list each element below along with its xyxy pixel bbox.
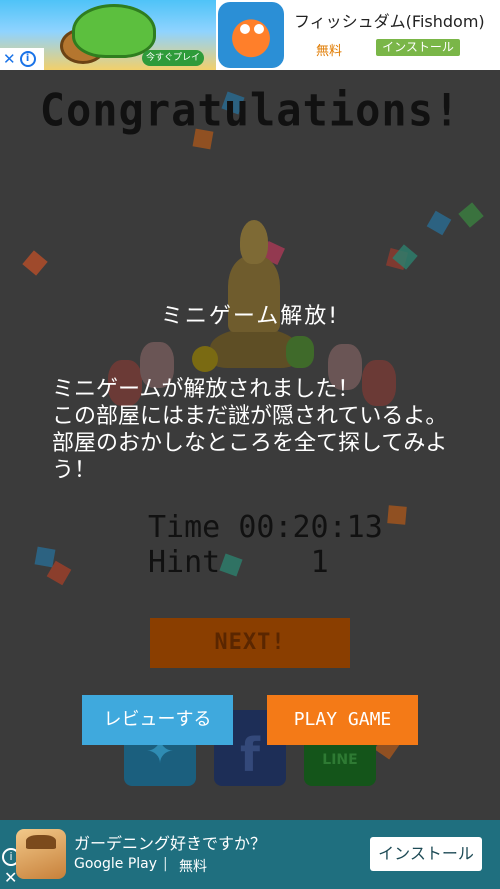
close-icon[interactable]: ✕ — [3, 49, 16, 69]
confetti-piece — [426, 210, 452, 236]
character-figure — [286, 336, 314, 368]
ad-app-title[interactable]: フィッシュダム(Fishdom) — [294, 8, 485, 32]
ad-install-button[interactable]: インストール — [370, 837, 482, 871]
hint-stat: Hint 1 — [148, 545, 329, 580]
time-stat: Time 00:20:13 — [148, 510, 383, 545]
line-icon: LINE — [322, 752, 358, 768]
fishdom-app-icon[interactable] — [218, 2, 284, 68]
ad-price: 無料 — [316, 44, 343, 59]
ad-install-button[interactable]: インストール — [376, 39, 460, 56]
ad-choices[interactable]: ✕ i — [0, 48, 44, 70]
time-value: 00:20:13 — [238, 510, 383, 545]
review-button[interactable]: レビューする — [82, 695, 233, 745]
buddha-statue-image — [210, 220, 298, 370]
ad-price: 無料 — [179, 859, 207, 875]
ad-title[interactable]: ガーデニング好きですか？ — [74, 830, 266, 854]
statue-base — [210, 328, 298, 368]
statue-head — [240, 220, 268, 264]
gardenscapes-app-icon[interactable] — [16, 829, 66, 879]
confetti-piece — [22, 250, 48, 276]
dialog-title: ミニゲーム解放! — [160, 304, 340, 329]
ad-store-name: Google Play — [74, 856, 158, 872]
game-result-screen: Congratulations! ミニゲーム解放! ミニゲームが解放されました！… — [0, 70, 500, 820]
congratulations-heading: Congratulations! — [39, 84, 461, 137]
time-label: Time — [148, 510, 221, 545]
character-figure — [192, 346, 218, 372]
hint-label: Hint — [148, 545, 221, 580]
next-button[interactable]: NEXT! — [150, 618, 350, 668]
confetti-piece — [387, 505, 407, 525]
ad-separator: | — [163, 856, 168, 872]
ad-hero-image[interactable]: 今すぐプレイ ✕ i — [0, 0, 216, 70]
turtle-art — [72, 4, 156, 58]
ad-play-now-button[interactable]: 今すぐプレイ — [142, 50, 204, 66]
top-ad-banner[interactable]: 今すぐプレイ ✕ i フィッシュダム(Fishdom) 無料 インストール — [0, 0, 500, 70]
dialog-message: ミニゲームが解放されました！ この部屋にはまだ謎が隠されているよ。 部屋のおかし… — [52, 377, 448, 483]
hint-value: 1 — [310, 545, 329, 580]
bottom-ad-banner[interactable]: i ✕ ガーデニング好きですか？ Google Play | 無料 インストール — [0, 820, 500, 889]
info-icon[interactable]: i — [19, 51, 36, 67]
confetti-piece — [458, 202, 484, 228]
play-game-button[interactable]: PLAY GAME — [267, 695, 418, 745]
